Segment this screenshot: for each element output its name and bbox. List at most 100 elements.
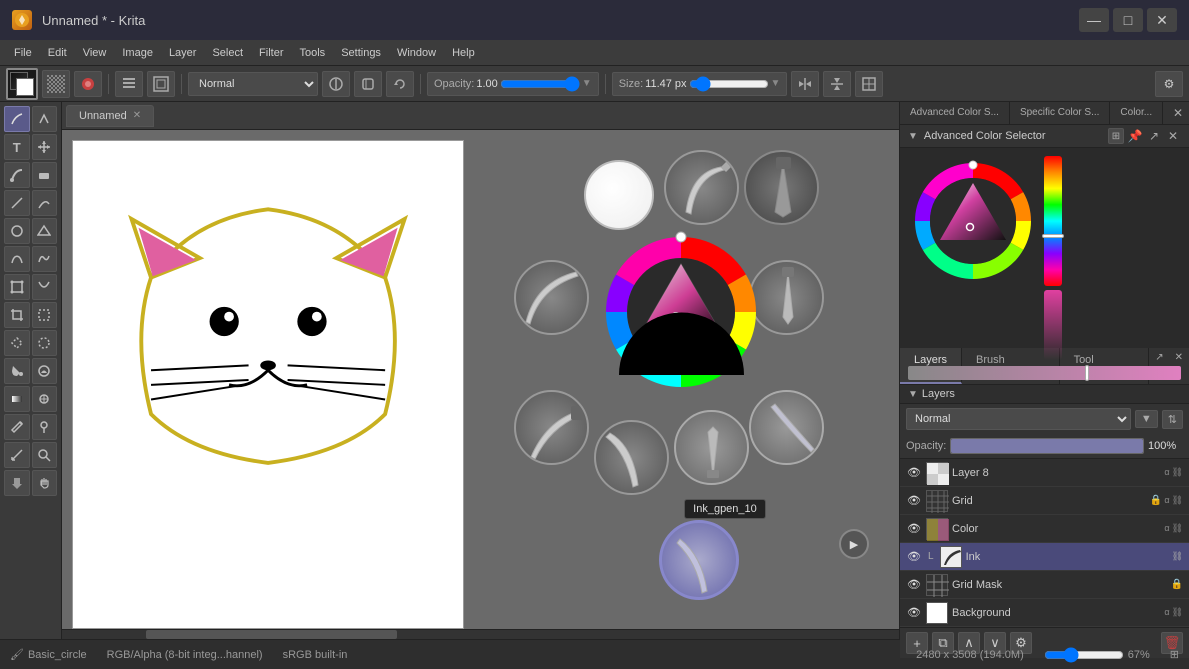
- menu-item-filter[interactable]: Filter: [251, 45, 291, 61]
- canvas-hscroll[interactable]: [62, 629, 899, 639]
- minimize-button[interactable]: —: [1079, 8, 1109, 32]
- color-bar-1[interactable]: [908, 366, 1181, 380]
- freehand-tool[interactable]: [4, 106, 30, 132]
- menu-item-tools[interactable]: Tools: [292, 45, 334, 61]
- color-wheel-container[interactable]: [908, 156, 1038, 289]
- paint-tool[interactable]: [4, 162, 30, 188]
- blend-mode-select[interactable]: Normal Multiply Screen Overlay: [188, 72, 318, 96]
- layer-row[interactable]: 👁 Color α ⛓: [900, 515, 1189, 543]
- layers-collapse-icon[interactable]: ▼: [908, 389, 918, 400]
- layer-opacity-slider[interactable]: [950, 438, 1144, 454]
- layer-btn[interactable]: [115, 71, 143, 97]
- mirror-v-btn[interactable]: [823, 71, 851, 97]
- measure-tool[interactable]: [4, 442, 30, 468]
- layer-eye-btn[interactable]: 👁: [906, 465, 922, 481]
- tab-advanced-color[interactable]: Advanced Color S...: [900, 102, 1010, 124]
- menu-item-settings[interactable]: Settings: [333, 45, 389, 61]
- tab-color[interactable]: Color...: [1110, 102, 1163, 124]
- select-rect-tool[interactable]: [32, 302, 58, 328]
- grid-view-btn[interactable]: ⊞: [1108, 128, 1124, 144]
- zoom-tool[interactable]: [32, 442, 58, 468]
- polygon-tool[interactable]: [32, 218, 58, 244]
- eraser-tool[interactable]: [32, 162, 58, 188]
- fit-btn[interactable]: ⊞: [1170, 648, 1179, 661]
- menu-item-window[interactable]: Window: [389, 45, 444, 61]
- line-tool[interactable]: [4, 190, 30, 216]
- menu-item-image[interactable]: Image: [114, 45, 161, 61]
- menu-item-layer[interactable]: Layer: [161, 45, 205, 61]
- canvas-right[interactable]: Ink_gpen_10 ▶: [464, 140, 889, 629]
- foreground-color[interactable]: [6, 68, 38, 100]
- layer-row-active[interactable]: 👁 L Ink ⛓: [900, 543, 1189, 571]
- transform-tool[interactable]: [4, 274, 30, 300]
- float-btn[interactable]: ↗: [1146, 128, 1162, 144]
- canvas-content[interactable]: Ink_gpen_10 ▶: [62, 130, 899, 639]
- maximize-button[interactable]: □: [1113, 8, 1143, 32]
- layer-row[interactable]: 👁 Background α ⛓: [900, 599, 1189, 627]
- next-brush-btn[interactable]: ▶: [839, 529, 869, 559]
- menu-item-select[interactable]: Select: [204, 45, 251, 61]
- pan-tool[interactable]: [4, 470, 30, 496]
- menu-item-edit[interactable]: Edit: [40, 45, 75, 61]
- layer-row[interactable]: 👁 Grid 🔒 α ⛓: [900, 487, 1189, 515]
- gradient-tool[interactable]: [4, 386, 30, 412]
- layer-eye-btn[interactable]: 👁: [906, 493, 922, 509]
- colorize-tool[interactable]: [32, 358, 58, 384]
- calligraphy-tool[interactable]: [32, 106, 58, 132]
- alpha-slider[interactable]: [1044, 290, 1062, 360]
- curve-tool[interactable]: [32, 190, 58, 216]
- hue-slider[interactable]: [1044, 156, 1062, 286]
- canvas-left[interactable]: [72, 140, 464, 629]
- dimensions-status: 2480 x 3508 (194.0M): [916, 649, 1024, 661]
- bezier-tool[interactable]: [4, 246, 30, 272]
- eyedropper-tool[interactable]: [4, 414, 30, 440]
- freehand-path-tool[interactable]: [32, 246, 58, 272]
- hand-tool[interactable]: [32, 470, 58, 496]
- cs-close-btn[interactable]: ✕: [1165, 128, 1181, 144]
- undo-btn[interactable]: [386, 71, 414, 97]
- assistant-tool[interactable]: [32, 414, 58, 440]
- layer-blend-select[interactable]: Normal MultiplyScreen: [906, 408, 1131, 430]
- collapse-icon[interactable]: ▼: [908, 131, 918, 142]
- layer-eye-btn[interactable]: 👁: [906, 549, 922, 565]
- clear-btn[interactable]: [322, 71, 350, 97]
- text-tool[interactable]: T: [4, 134, 30, 160]
- color-selector-btn[interactable]: [74, 71, 102, 97]
- pattern-btn[interactable]: [42, 70, 70, 98]
- opacity-chevron[interactable]: ▼: [582, 78, 592, 89]
- warp-tool[interactable]: [32, 274, 58, 300]
- contiguous-select-tool[interactable]: [4, 330, 30, 356]
- fill-tool[interactable]: [4, 358, 30, 384]
- opacity-slider[interactable]: [500, 77, 580, 91]
- close-button[interactable]: ✕: [1147, 8, 1177, 32]
- canvas-btn[interactable]: [147, 71, 175, 97]
- menu-item-view[interactable]: View: [75, 45, 115, 61]
- smart-patch-tool[interactable]: [32, 386, 58, 412]
- reset-btn[interactable]: [354, 71, 382, 97]
- layer-filter-btn[interactable]: ▼: [1135, 410, 1158, 428]
- size-slider[interactable]: [689, 77, 769, 91]
- layer-sort-btn[interactable]: ⇅: [1162, 410, 1183, 429]
- mirror-h-btn[interactable]: [791, 71, 819, 97]
- color-panel-close[interactable]: ✕: [1167, 102, 1189, 124]
- ellipse-tool[interactable]: [4, 218, 30, 244]
- move-tool[interactable]: [32, 134, 58, 160]
- layer-row[interactable]: 👁 Layer 8 α ⛓: [900, 459, 1189, 487]
- pin-btn[interactable]: 📌: [1127, 128, 1143, 144]
- crop-tool[interactable]: [4, 302, 30, 328]
- size-chevron[interactable]: ▼: [771, 78, 781, 89]
- wrap-btn[interactable]: [855, 71, 883, 97]
- layer-row[interactable]: 👁 Grid Mask 🔒: [900, 571, 1189, 599]
- tab-close[interactable]: ✕: [133, 110, 141, 121]
- settings-btn[interactable]: ⚙: [1155, 71, 1183, 97]
- zoom-slider[interactable]: [1044, 647, 1124, 663]
- similar-select-tool[interactable]: [32, 330, 58, 356]
- layer-eye-btn[interactable]: 👁: [906, 521, 922, 537]
- layer-eye-btn[interactable]: 👁: [906, 605, 922, 621]
- menu-item-file[interactable]: File: [6, 45, 40, 61]
- layer-eye-btn[interactable]: 👁: [906, 577, 922, 593]
- menu-item-help[interactable]: Help: [444, 45, 483, 61]
- center-color-wheel[interactable]: [599, 230, 764, 395]
- canvas-tab-unnamed[interactable]: Unnamed ✕: [66, 105, 154, 127]
- tab-specific-color[interactable]: Specific Color S...: [1010, 102, 1110, 124]
